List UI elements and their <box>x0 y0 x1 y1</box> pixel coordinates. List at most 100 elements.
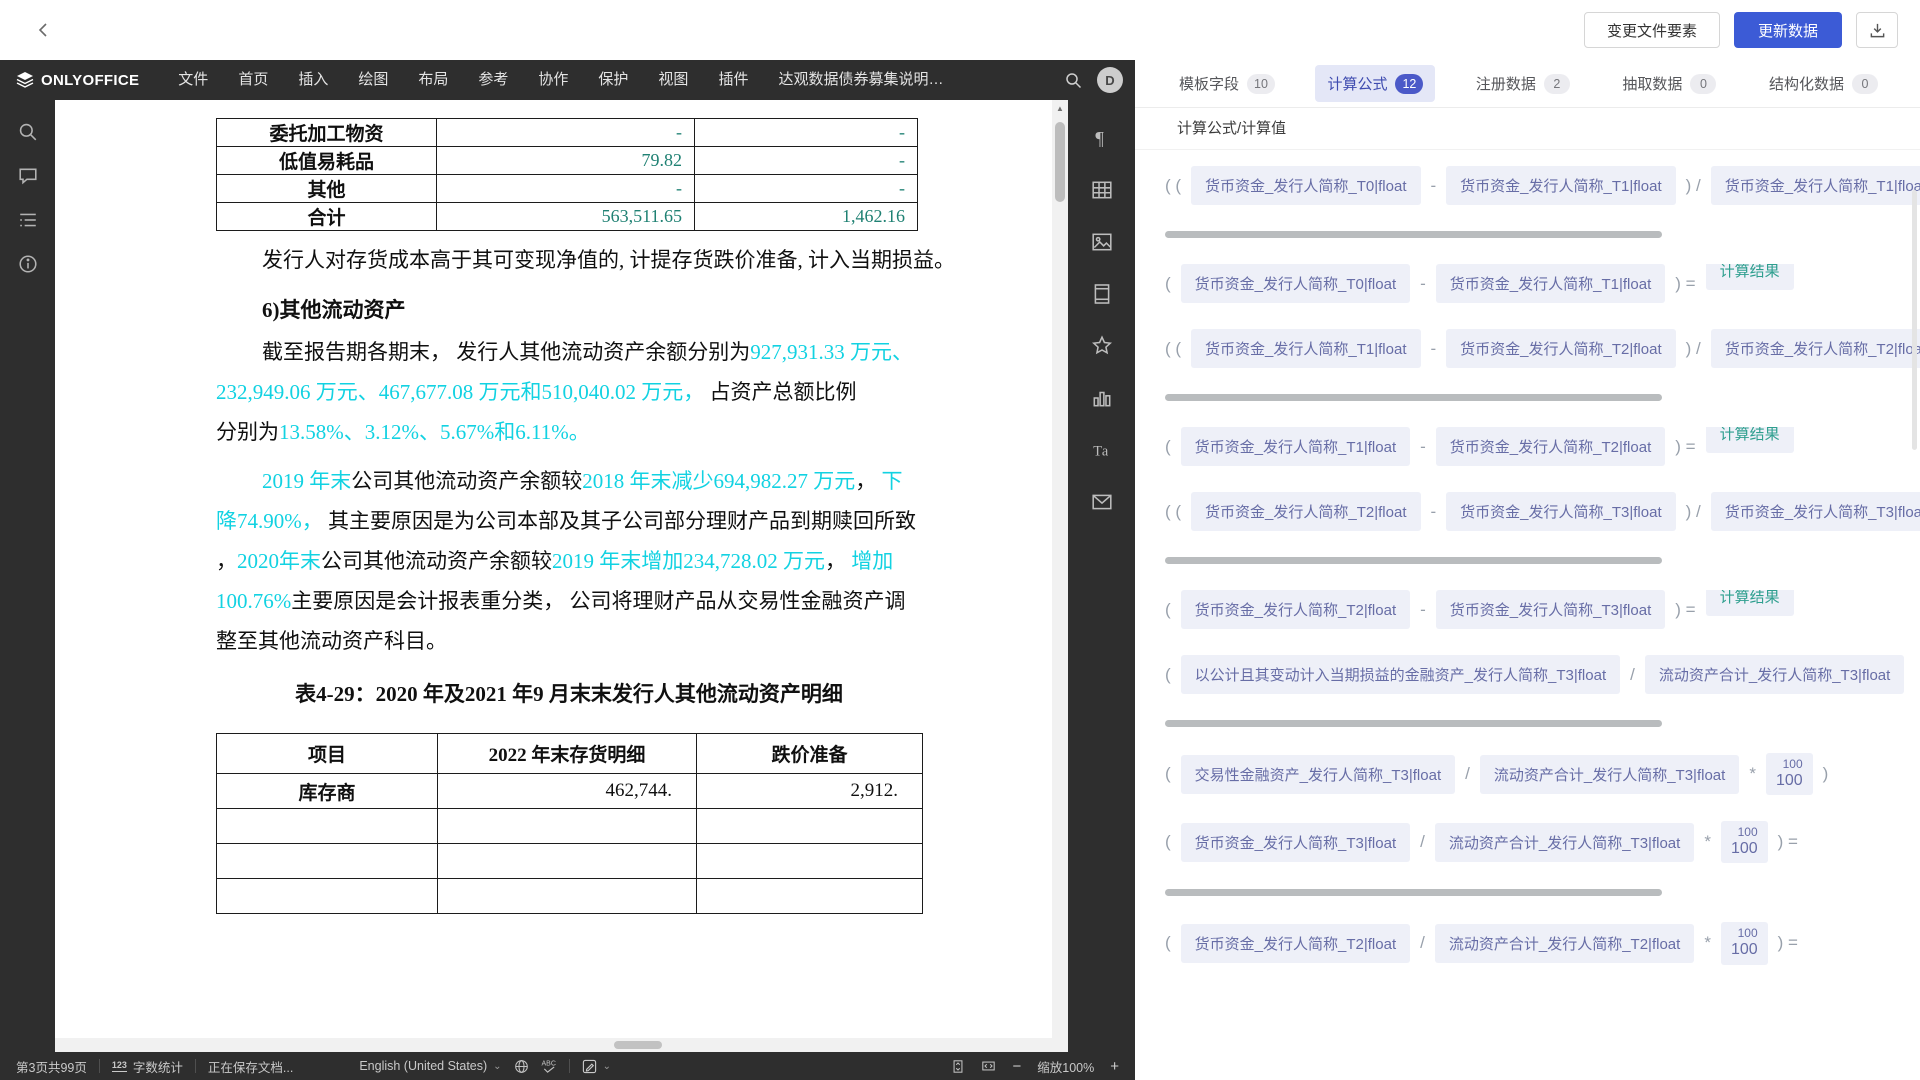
tab-label: 模板字段 <box>1179 73 1239 94</box>
field-token[interactable]: 货币资金_发行人简称_T1|float <box>1436 264 1665 303</box>
menu-item-8[interactable]: 视图 <box>643 60 703 100</box>
table-header-cell: 项目 <box>217 734 438 774</box>
menu-item-7[interactable]: 保护 <box>583 60 643 100</box>
field-token[interactable]: 以公计且其变动计入当期损益的金融资产_发行人简称_T3|float <box>1181 655 1620 694</box>
field-token[interactable]: 货币资金_发行人简称_T1|float <box>1181 427 1410 466</box>
header-footer-icon[interactable] <box>1090 282 1114 306</box>
field-token[interactable]: 货币资金_发行人简称_T2|float <box>1711 329 1920 368</box>
result-token[interactable]: 计算结果 <box>1706 427 1794 453</box>
operator: - <box>1420 274 1426 294</box>
table-cell: - <box>695 119 918 147</box>
table-row <box>217 809 923 844</box>
comments-icon[interactable] <box>16 164 40 188</box>
chevron-down-icon: ⌄ <box>493 1061 501 1072</box>
menu-item-2[interactable]: 插入 <box>283 60 343 100</box>
zoom-in-button[interactable]: + <box>1110 1058 1119 1075</box>
field-token[interactable]: 交易性金融资产_发行人简称_T3|float <box>1181 755 1455 794</box>
menu-item-9[interactable]: 插件 <box>703 60 763 100</box>
menu-item-5[interactable]: 参考 <box>463 60 523 100</box>
field-token[interactable]: 货币资金_发行人简称_T0|float <box>1191 166 1420 205</box>
menu-item-4[interactable]: 布局 <box>403 60 463 100</box>
operator: ) <box>1823 764 1829 784</box>
field-token[interactable]: 货币资金_发行人简称_T2|float <box>1181 924 1410 963</box>
menu-item-10[interactable]: 达观数据债券募集说明书... <box>763 60 963 100</box>
about-icon[interactable] <box>16 252 40 276</box>
field-token[interactable]: 货币资金_发行人简称_T3|float <box>1446 492 1675 531</box>
text-segment: 占资产总额比例 <box>704 380 856 404</box>
fraction-token[interactable]: 100100 <box>1721 922 1768 964</box>
table-settings-icon[interactable] <box>1090 178 1114 202</box>
scrollbar-thumb[interactable] <box>1055 122 1065 202</box>
top-bar: 变更文件要素 更新数据 <box>0 0 1920 60</box>
image-settings-icon[interactable] <box>1090 230 1114 254</box>
change-file-elements-button[interactable]: 变更文件要素 <box>1584 12 1720 48</box>
field-token[interactable]: 流动资产合计_发行人简称_T3|float <box>1435 823 1694 862</box>
tab-registered-data[interactable]: 注册数据2 <box>1464 65 1582 102</box>
formula-row: (货币资金_发行人简称_T1|float-货币资金_发行人简称_T2|float… <box>1165 427 1920 466</box>
document-line: 6)其他流动资产 <box>262 297 406 323</box>
left-toolbar <box>0 100 55 1052</box>
text-art-icon[interactable]: Tа <box>1090 438 1114 462</box>
result-token[interactable]: 计算结果 <box>1706 590 1794 616</box>
field-token[interactable]: 货币资金_发行人简称_T2|float <box>1446 329 1675 368</box>
word-count-button[interactable]: 123 字数统计 <box>112 1057 183 1076</box>
table-cell <box>438 844 697 879</box>
scroll-up-icon[interactable]: ▲ <box>1052 100 1068 116</box>
field-token[interactable]: 货币资金_发行人简称_T3|float <box>1181 823 1410 862</box>
field-token[interactable]: 货币资金_发行人简称_T1|float <box>1191 329 1420 368</box>
field-token[interactable]: 流动资产合计_发行人简称_T3|float <box>1645 655 1904 694</box>
field-token[interactable]: 货币资金_发行人简称_T2|float <box>1436 427 1665 466</box>
field-token[interactable]: 货币资金_发行人简称_T1|float <box>1446 166 1675 205</box>
fraction-token[interactable]: 100100 <box>1766 753 1813 795</box>
field-token[interactable]: 货币资金_发行人简称_T3|float <box>1436 590 1665 629</box>
tab-template-fields[interactable]: 模板字段10 <box>1167 65 1287 102</box>
user-avatar[interactable]: D <box>1097 67 1123 93</box>
page-indicator[interactable]: 第3页共99页 <box>16 1057 87 1076</box>
mail-merge-icon[interactable] <box>1090 490 1114 514</box>
paragraph-settings-icon[interactable]: ¶ <box>1090 126 1114 150</box>
operator: * <box>1704 832 1711 852</box>
tab-structured-data[interactable]: 结构化数据0 <box>1757 65 1890 102</box>
search-icon[interactable] <box>16 120 40 144</box>
zoom-out-button[interactable]: − <box>1012 1058 1021 1075</box>
globe-icon[interactable] <box>514 1059 529 1074</box>
field-token[interactable]: 流动资产合计_发行人简称_T2|float <box>1435 924 1694 963</box>
field-token[interactable]: 货币资金_发行人简称_T0|float <box>1181 264 1410 303</box>
inventory-table: 委托加工物资--低值易耗品79.82-其他--合计563,511.651,462… <box>216 118 918 231</box>
back-button[interactable] <box>30 16 58 44</box>
panel-scrollbar[interactable] <box>1912 190 1917 450</box>
menu-item-0[interactable]: 文件 <box>163 60 223 100</box>
zoom-controls: − 缩放100% + <box>951 1057 1119 1076</box>
fit-width-icon[interactable] <box>981 1059 996 1073</box>
update-data-button[interactable]: 更新数据 <box>1734 12 1842 48</box>
menu-item-6[interactable]: 协作 <box>523 60 583 100</box>
field-token[interactable]: 货币资金_发行人简称_T3|float <box>1711 492 1920 531</box>
search-icon[interactable] <box>1065 72 1082 89</box>
spellcheck-icon[interactable]: ABC <box>541 1059 557 1074</box>
operator: ) = <box>1675 437 1695 457</box>
result-token[interactable]: 计算结果 <box>1706 264 1794 290</box>
menu-item-1[interactable]: 首页 <box>223 60 283 100</box>
scrollbar-thumb[interactable] <box>614 1041 662 1049</box>
menu-item-3[interactable]: 绘图 <box>343 60 403 100</box>
language-selector[interactable]: English (United States) ⌄ <box>359 1059 501 1073</box>
navigation-icon[interactable] <box>16 208 40 232</box>
shape-settings-icon[interactable] <box>1090 334 1114 358</box>
chart-settings-icon[interactable] <box>1090 386 1114 410</box>
field-token[interactable]: 货币资金_发行人简称_T1|float <box>1711 166 1920 205</box>
download-button[interactable] <box>1856 12 1898 48</box>
fraction-numerator: 100 <box>1738 927 1758 941</box>
field-token[interactable]: 货币资金_发行人简称_T2|float <box>1191 492 1420 531</box>
field-token[interactable]: 货币资金_发行人简称_T2|float <box>1181 590 1410 629</box>
fit-page-icon[interactable] <box>951 1059 965 1074</box>
tab-extracted-data[interactable]: 抽取数据0 <box>1610 65 1728 102</box>
vertical-scrollbar[interactable]: ▲ <box>1052 100 1068 1052</box>
horizontal-scrollbar[interactable] <box>55 1038 1052 1052</box>
track-changes-button[interactable]: ⌄ <box>582 1059 611 1074</box>
fraction-token[interactable]: 100100 <box>1721 821 1768 863</box>
zoom-level[interactable]: 缩放100% <box>1037 1057 1094 1076</box>
text-segment: 分别为 <box>216 420 279 444</box>
tab-formulas[interactable]: 计算公式12 <box>1315 65 1435 102</box>
field-token[interactable]: 流动资产合计_发行人简称_T3|float <box>1480 755 1739 794</box>
group-divider <box>1165 889 1662 896</box>
